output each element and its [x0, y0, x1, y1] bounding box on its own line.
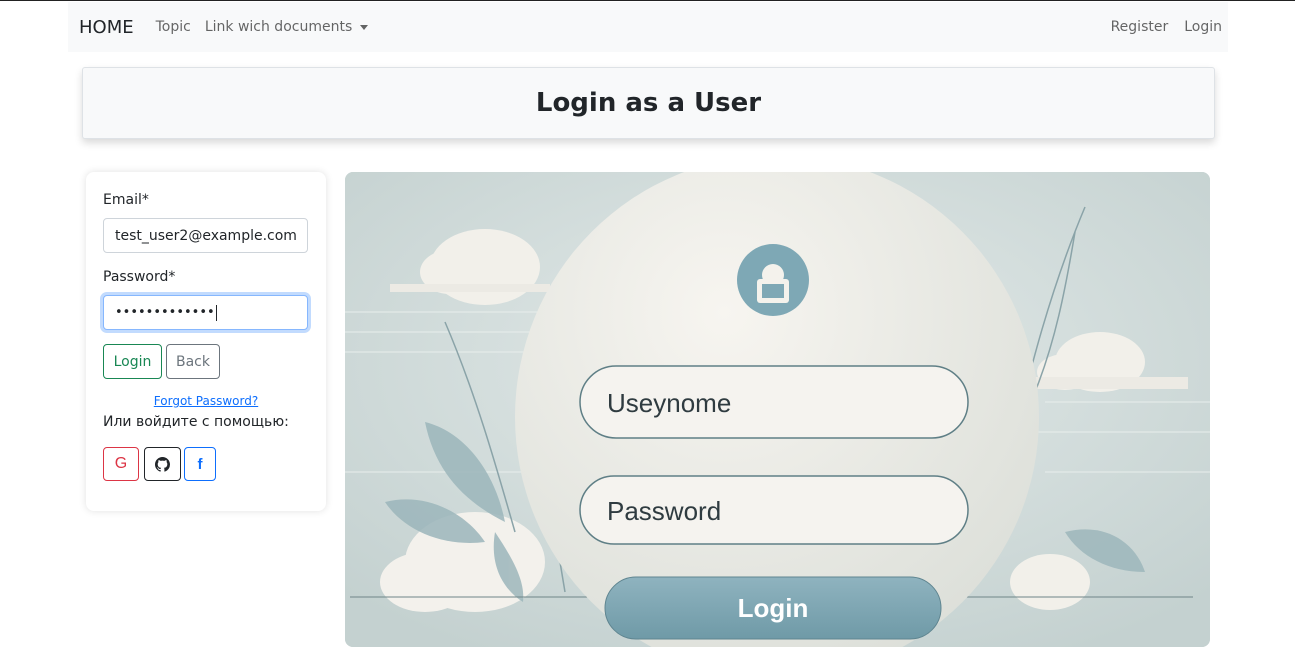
nav-login-link[interactable]: Login — [1184, 19, 1222, 35]
illustration-login-text: Login — [738, 593, 809, 623]
google-icon: G — [114, 455, 128, 472]
forgot-password-link[interactable]: Forgot Password? — [86, 394, 326, 408]
github-login-button[interactable] — [144, 447, 181, 481]
nav-documents-dropdown[interactable]: Link wich documents — [204, 19, 369, 35]
facebook-icon: f — [197, 455, 203, 473]
navbar: HOME Topic Link wich documents Register … — [68, 2, 1228, 52]
nav-right-links: Register Login — [1111, 19, 1222, 35]
text-cursor — [215, 304, 217, 321]
github-icon — [155, 456, 170, 472]
page-title: Login as a User — [535, 88, 762, 118]
google-login-button[interactable]: G — [103, 447, 139, 481]
facebook-login-button[interactable]: f — [184, 447, 216, 481]
password-field[interactable]: ••••••••••••• — [103, 295, 308, 330]
nav-topic-link[interactable]: Topic — [156, 19, 191, 35]
caret-down-icon — [360, 24, 369, 30]
login-illustration: Useynome Password Login — [345, 172, 1210, 647]
brand-home-link[interactable]: HOME — [79, 17, 134, 38]
login-form-card: Email* Password* ••••••••••••• Login Bac… — [86, 172, 326, 511]
illustration-password-text: Password — [607, 496, 721, 526]
illustration-username-text: Useynome — [607, 388, 731, 418]
nav-documents-label: Link wich documents — [204, 19, 353, 35]
login-button[interactable]: Login — [103, 344, 162, 379]
nav-register-link[interactable]: Register — [1111, 19, 1169, 35]
email-label: Email* — [103, 192, 149, 208]
page-header: Login as a User — [82, 67, 1215, 139]
back-button[interactable]: Back — [166, 344, 220, 379]
password-label: Password* — [103, 269, 176, 285]
social-login-label: Или войдите с помощью: — [103, 414, 289, 430]
email-field[interactable] — [103, 218, 308, 253]
password-mask: ••••••••••••• — [115, 305, 215, 320]
